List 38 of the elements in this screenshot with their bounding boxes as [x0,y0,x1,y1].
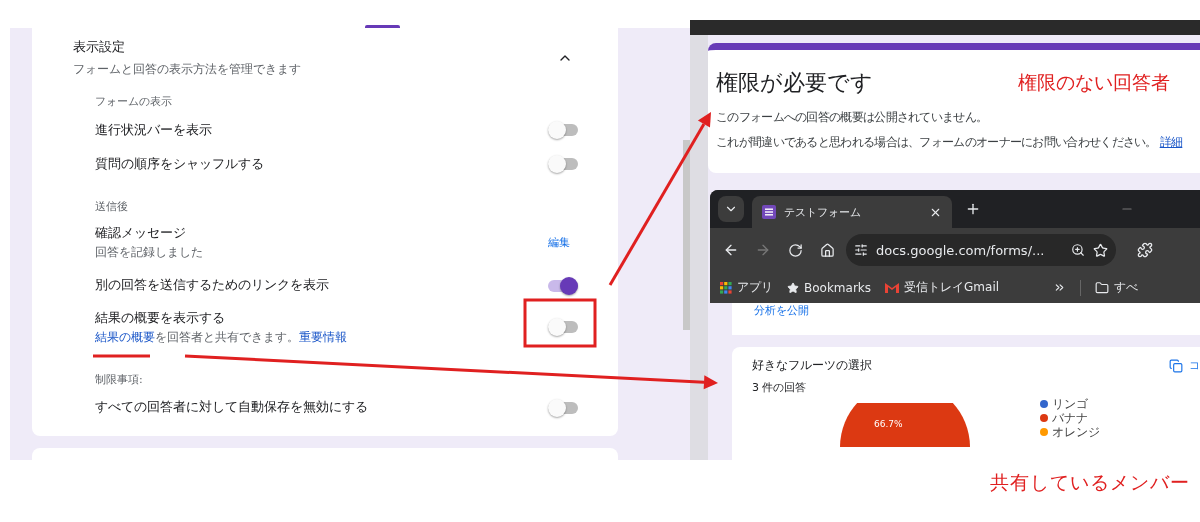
setting-description: 結果の概要を回答者と共有できます。重要情報 [95,330,347,345]
setting-label: 確認メッセージ [95,225,187,242]
annotation-label: 権限のない回答者 [1018,70,1170,95]
message-text: このフォームへの回答の概要は公開されていません。 [716,110,989,125]
copy-button[interactable]: コ [1169,358,1200,373]
response-count: 3 件の回答 [752,380,808,395]
bookmark-item[interactable]: アプリ [720,279,773,296]
legend-label: リンゴ [1052,397,1088,411]
setting-label: 結果の概要を表示する [95,309,226,327]
group-heading: 送信後 [95,199,129,214]
card-title: 権限が必要です [716,69,873,97]
edit-link[interactable]: 編集 [548,234,570,250]
bookmark-folder[interactable]: すべ [1095,279,1139,296]
section-title: 表示設定 [73,38,126,56]
url-text: docs.google.com/forms/... [876,242,1046,258]
annotation-label: 共有しているメンバー [990,470,1190,495]
tab-title: テストフォーム [784,204,862,220]
text-link[interactable]: 結果の概要 [95,329,155,344]
group-heading: フォームの表示 [95,94,173,109]
text-link[interactable]: 重要情報 [299,329,347,344]
message-text: これが間違いであると思われる場合は、フォームのオーナーにお問い合わせください。 詳細 [716,135,1184,150]
setting-label: 進行状況バーを表示 [95,121,212,139]
address-bar[interactable]: docs.google.com/forms/... [846,234,1116,266]
pie-chart-drawing: 66.7% [840,403,970,447]
setting-label: 質問の順序をシャッフルする [95,155,264,173]
summary-link[interactable]: 分析を公開 [754,303,809,335]
legend-label: バナナ [1052,411,1088,425]
question-title: 好きなフルーツの選択 [752,357,872,374]
section-subtitle: フォームと回答の表示方法を管理できます [73,61,301,78]
setting-description: 回答を記録しました [95,246,203,260]
setting-label: 別の回答を送信するためのリンクを表示 [95,277,329,295]
browser-tab[interactable]: テストフォーム [752,196,952,228]
bookmark-item[interactable]: 受信トレイGmail [885,279,1000,296]
setting-label: すべての回答者に対して自動保存を無効にする [95,399,368,417]
group-heading: 制限事項: [95,371,144,387]
details-link[interactable]: 詳細 [1159,135,1183,149]
bookmark-item[interactable]: Bookmarks [787,280,872,295]
legend-label: オレンジ [1052,425,1100,439]
